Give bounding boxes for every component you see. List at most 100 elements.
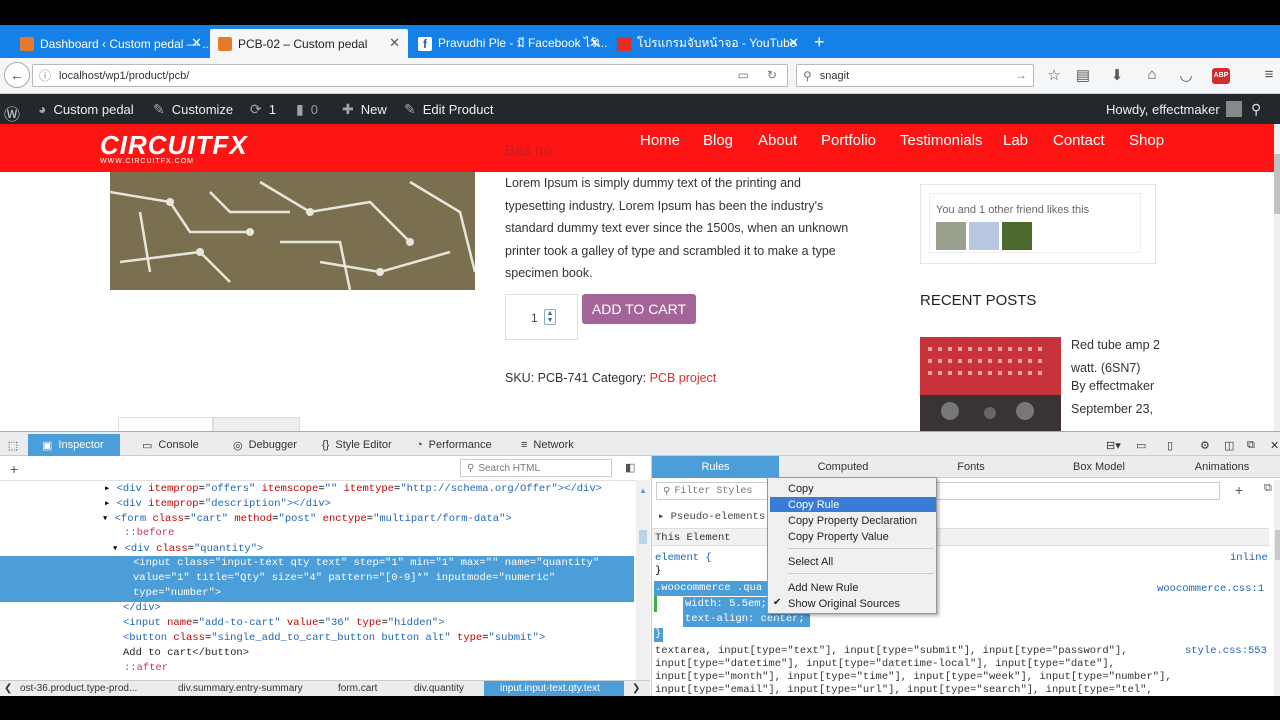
declaration-text-align-highlight[interactable]: text-align: center; <box>683 612 810 627</box>
close-icon[interactable]: ✕ <box>191 35 202 51</box>
spinner-arrows-icon[interactable]: ▲ ▼ <box>544 309 556 325</box>
url-bar[interactable]: ⓘ localhost/wp1/product/pcb/ ▭ ↻ <box>32 64 788 87</box>
download-icon[interactable]: ⬇ <box>1107 66 1127 84</box>
screenshot-icon[interactable]: ▯ <box>1167 434 1173 456</box>
tab-fonts[interactable]: Fonts <box>907 456 1035 478</box>
friend-avatar[interactable] <box>1002 222 1032 250</box>
pocket-icon[interactable]: ◡ <box>1176 66 1196 84</box>
customize-item[interactable]: ✎ Customize <box>153 101 233 118</box>
tab-animations[interactable]: Animations <box>1163 456 1280 478</box>
post-thumbnail[interactable] <box>920 337 1061 431</box>
menu-item-select-all[interactable]: Select All <box>770 554 936 569</box>
menu-item-add-new-rule[interactable]: Add New Rule <box>770 580 936 595</box>
new-item[interactable]: ✚ New <box>342 101 387 118</box>
breadcrumb-item[interactable]: div.quantity <box>414 683 464 694</box>
reload-icon[interactable]: ↻ <box>767 68 777 82</box>
friend-avatar[interactable] <box>969 222 999 250</box>
toggle-pseudo-class-icon[interactable]: ⧉ <box>1264 482 1272 495</box>
menu-about[interactable]: About <box>758 132 797 149</box>
menu-item-copy[interactable]: Copy <box>770 481 936 496</box>
html-node-description[interactable]: ▸ <div itemprop="description"></div> <box>104 497 331 510</box>
back-button[interactable]: ← <box>4 62 30 88</box>
scrollbar-thumb[interactable] <box>1274 154 1280 214</box>
scrollbar-thumb[interactable] <box>1275 530 1280 560</box>
tab-youtube[interactable]: โปรแกรมจับหน้าจอ - YouTube ✕ <box>609 29 807 58</box>
wp-logo-icon[interactable]: Ⓦ <box>4 101 27 125</box>
menu-portfolio[interactable]: Portfolio <box>821 132 876 149</box>
tab-debugger[interactable]: ◎ Debugger <box>233 434 297 456</box>
adblock-icon[interactable]: ABP <box>1212 68 1230 84</box>
edit-product-item[interactable]: ✎ Edit Product <box>404 101 494 118</box>
tab-performance[interactable]: ◔ Performance <box>416 434 492 456</box>
breadcrumb-item[interactable]: ost-36.product.type-prod... <box>20 683 137 694</box>
updates-item[interactable]: ⟳ 1 <box>250 101 276 118</box>
html-scrollbar[interactable]: ▲ ▼ <box>636 480 650 704</box>
search-html-input[interactable]: ⚲ Search HTML <box>460 459 612 477</box>
tab-rules[interactable]: Rules <box>652 456 779 478</box>
close-devtools-icon[interactable]: ✕ <box>1270 434 1279 456</box>
inline-source[interactable]: inline <box>1230 552 1268 564</box>
pseudo-elements-toggle[interactable]: ▸ Pseudo-elements <box>658 510 765 523</box>
tab-dashboard[interactable]: Dashboard ‹ Custom pedal — ... ✕ <box>12 29 210 58</box>
close-icon[interactable]: ✕ <box>788 35 799 51</box>
pick-element-icon[interactable]: ⬚ <box>2 434 24 456</box>
html-pseudo-before[interactable]: ::before <box>124 527 174 539</box>
account-item[interactable]: Howdy, effectmaker <box>1106 101 1242 117</box>
product-tab-reviews[interactable] <box>213 417 300 431</box>
html-node-hidden-input[interactable]: <input name="add-to-cart" value="36" typ… <box>123 617 445 629</box>
html-node-form[interactable]: ▾ <form class="cart" method="post" encty… <box>102 512 512 525</box>
style-rule-line[interactable]: textarea, input[type="text"], input[type… <box>655 645 1128 657</box>
menu-lab[interactable]: Lab <box>1003 132 1028 149</box>
bookmark-star-icon[interactable]: ☆ <box>1044 66 1064 84</box>
breadcrumb-item[interactable]: div.summary.entry-summary <box>178 683 303 694</box>
menu-item-show-original-sources[interactable]: Show Original Sources <box>770 596 936 611</box>
menu-contact[interactable]: Contact <box>1053 132 1105 149</box>
woocommerce-source-link[interactable]: woocommerce.css:1 <box>1157 583 1264 595</box>
rule-selector-highlight[interactable]: .woocommerce .qua <box>654 581 770 596</box>
style-rule-line[interactable]: input[type="datetime"], input[type="date… <box>655 658 1115 670</box>
tab-style-editor[interactable]: {} Style Editor <box>322 434 392 456</box>
style-rule-line[interactable]: input[type="month"], input[type="time"],… <box>655 671 1172 683</box>
html-selected-node[interactable]: <input class="input-text qty text" step=… <box>0 556 634 602</box>
filter-styles-input[interactable]: ⚲ Filter Styles <box>656 482 1220 500</box>
menu-item-copy-property-value[interactable]: Copy Property Value <box>770 529 936 544</box>
breadcrumb-left-arrow-icon[interactable]: ❮ <box>4 683 12 694</box>
responsive-icon[interactable]: ▭ <box>1136 434 1146 456</box>
tab-computed[interactable]: Computed <box>779 456 907 478</box>
scroll-up-icon[interactable]: ▲ <box>639 486 647 495</box>
tab-inspector[interactable]: ▣ Inspector <box>28 434 120 456</box>
site-logo[interactable]: CIRCUITFX WWW.CIRCUITFX.COM <box>100 132 278 166</box>
category-link[interactable]: PCB project <box>650 371 717 385</box>
split-console-icon[interactable]: ⊟▾ <box>1106 434 1121 456</box>
close-icon[interactable]: ✕ <box>589 35 600 51</box>
style-source-link[interactable]: style.css:553 <box>1185 645 1267 657</box>
separate-window-icon[interactable]: ⧉ <box>1247 434 1255 456</box>
add-rule-icon[interactable]: + <box>1235 482 1243 498</box>
toggle-sidebar-icon[interactable]: ◧ <box>625 461 635 474</box>
post-title[interactable]: Red tube amp 2 watt. (6SN7) <box>1071 334 1166 379</box>
menu-testimonials[interactable]: Testimonials <box>900 132 983 149</box>
tab-network[interactable]: ≡ Network <box>521 434 574 456</box>
menu-icon[interactable]: ≡ <box>1259 66 1279 83</box>
reading-list-icon[interactable]: ▤ <box>1073 66 1093 84</box>
tab-console[interactable]: ▭ Console <box>142 434 199 456</box>
style-rule-line[interactable]: input[type="email"], input[type="url"], … <box>655 684 1153 696</box>
menu-blog[interactable]: Blog <box>703 132 733 149</box>
menu-shop[interactable]: Shop <box>1129 132 1164 149</box>
html-text-node[interactable]: Add to cart</button> <box>123 647 249 659</box>
tab-pcb-02[interactable]: PCB-02 – Custom pedal ✕ <box>210 29 408 58</box>
menu-home[interactable]: Home <box>640 132 680 149</box>
breadcrumb-right-arrow-icon[interactable]: ❯ <box>632 683 640 694</box>
page-scrollbar[interactable] <box>1274 124 1280 431</box>
dock-side-icon[interactable]: ◫ <box>1224 434 1234 456</box>
close-icon[interactable]: ✕ <box>389 35 400 51</box>
rules-scrollbar[interactable] <box>1274 480 1280 697</box>
menu-item-copy-rule[interactable]: Copy Rule <box>770 497 936 512</box>
tab-box-model[interactable]: Box Model <box>1035 456 1163 478</box>
scrollbar-thumb[interactable] <box>639 530 647 544</box>
add-to-cart-button[interactable]: ADD TO CART <box>582 294 696 324</box>
site-name-item[interactable]: ◕ Custom pedal <box>38 101 134 117</box>
friend-avatar[interactable] <box>936 222 966 250</box>
tab-facebook[interactable]: f Pravudhi Ple - มี Facebook ไว้เ... ✕ <box>410 29 608 58</box>
product-tab-description[interactable] <box>118 417 213 431</box>
